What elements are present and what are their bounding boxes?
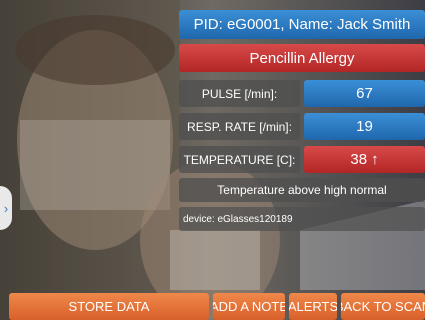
- chevron-right-icon: ›: [3, 200, 9, 216]
- patient-header: PID: eG0001, Name: Jack Smith: [179, 10, 425, 39]
- pulse-label: PULSE [/min]:: [179, 80, 300, 107]
- add-note-button[interactable]: ADD A NOTE: [213, 293, 285, 320]
- temperature-label: TEMPERATURE [C]:: [179, 146, 300, 173]
- resp-rate-label: RESP. RATE [/min]:: [179, 113, 300, 140]
- resp-rate-value: 19: [304, 113, 425, 140]
- arrow-up-icon: ↑: [371, 151, 379, 168]
- alerts-button[interactable]: ALERTS: [289, 293, 337, 320]
- store-data-button[interactable]: STORE DATA: [9, 293, 209, 320]
- temperature-number: 38: [350, 151, 368, 168]
- device-id: device: eGlasses120189: [179, 207, 425, 231]
- alert-message: Temperature above high normal: [179, 178, 425, 202]
- pulse-value: 67: [304, 80, 425, 107]
- temperature-value: 38 ↑: [304, 146, 425, 173]
- side-panel-toggle[interactable]: ›: [0, 186, 12, 230]
- back-to-scan-button[interactable]: BACK TO SCAN: [341, 293, 425, 320]
- allergy-banner: Pencillin Allergy: [179, 44, 425, 72]
